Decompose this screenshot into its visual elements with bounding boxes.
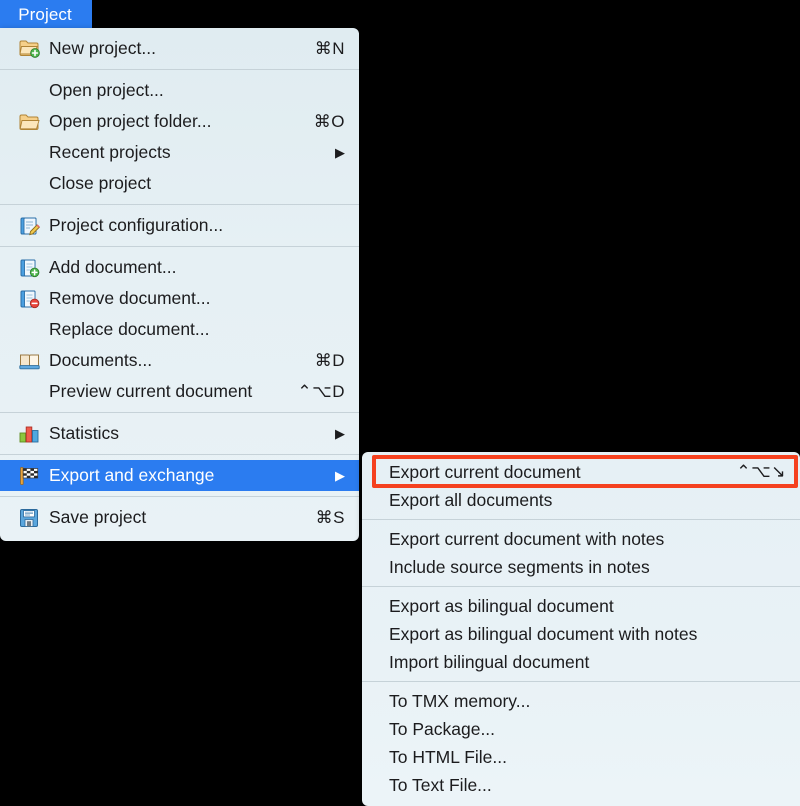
submenu-arrow-icon: ▶ [335, 426, 345, 441]
menubar-item-project[interactable]: Project [0, 0, 92, 29]
menu-item-label: Export all documents [389, 489, 553, 510]
project-configuration-icon [18, 215, 40, 237]
menu-item-save-project[interactable]: Save project ⌘S [0, 502, 359, 533]
menu-separator [0, 69, 359, 70]
menu-item-label: To Package... [389, 718, 496, 739]
menu-separator [362, 586, 800, 587]
export-and-exchange-submenu-panel: Export current document ⌃⌥↘ Export all d… [362, 452, 800, 806]
menu-item-statistics[interactable]: Statistics ▶ [0, 418, 359, 449]
menu-item-label: Close project [49, 173, 152, 193]
submenu-item-export-current-document[interactable]: Export current document ⌃⌥↘ [362, 458, 800, 486]
save-project-floppy-icon [18, 507, 40, 529]
submenu-item-export-all-documents[interactable]: Export all documents [362, 486, 800, 514]
submenu-item-export-as-bilingual-document[interactable]: Export as bilingual document [362, 592, 800, 620]
statistics-barchart-icon [18, 423, 40, 445]
menu-item-close-project[interactable]: Close project [0, 168, 359, 199]
menu-item-label: To HTML File... [389, 746, 507, 767]
menu-item-export-and-exchange[interactable]: Export and exchange ▶ [0, 460, 359, 491]
documents-book-icon [18, 350, 40, 372]
submenu-item-export-as-bilingual-document-with-notes[interactable]: Export as bilingual document with notes [362, 620, 800, 648]
menu-item-documents[interactable]: Documents... ⌘D [0, 345, 359, 376]
menu-item-label: New project... [49, 38, 156, 58]
menu-separator [0, 204, 359, 205]
menu-separator [0, 454, 359, 455]
menu-item-label: Documents... [49, 350, 153, 370]
menu-item-replace-document[interactable]: Replace document... [0, 314, 359, 345]
menu-item-shortcut: ⌘N [314, 38, 345, 58]
menu-separator [0, 246, 359, 247]
menu-item-shortcut: ⌘D [314, 350, 345, 370]
menu-item-label: To Text File... [389, 774, 492, 795]
submenu-item-to-html-file[interactable]: To HTML File... [362, 743, 800, 771]
menu-item-label: Recent projects [49, 142, 171, 162]
menu-item-shortcut: ⌘S [315, 507, 345, 527]
add-document-icon [18, 257, 40, 279]
new-project-folder-icon [18, 38, 40, 60]
menu-item-new-project[interactable]: New project... ⌘N [0, 33, 359, 64]
submenu-item-to-package[interactable]: To Package... [362, 715, 800, 743]
menu-item-label: Preview current document [49, 381, 253, 401]
menu-item-preview-current-document[interactable]: Preview current document ⌃⌥D [0, 376, 359, 407]
menu-item-label: Replace document... [49, 319, 210, 339]
menu-separator [362, 681, 800, 682]
submenu-arrow-icon: ▶ [335, 468, 345, 483]
menu-item-label: Statistics [49, 423, 120, 443]
menu-item-recent-projects[interactable]: Recent projects ▶ [0, 137, 359, 168]
menu-item-label: Add document... [49, 257, 177, 277]
submenu-item-include-source-segments-in-notes[interactable]: Include source segments in notes [362, 553, 800, 581]
open-folder-icon [18, 111, 40, 133]
menu-item-label: Remove document... [49, 288, 211, 308]
menu-item-label: Project configuration... [49, 215, 224, 235]
menu-item-shortcut: ⌃⌥D [297, 381, 345, 401]
submenu-arrow-icon: ▶ [335, 145, 345, 160]
menu-item-label: To TMX memory... [389, 690, 531, 711]
submenu-item-import-bilingual-document[interactable]: Import bilingual document [362, 648, 800, 676]
menu-item-shortcut: ⌘O [313, 111, 345, 131]
menu-item-shortcut: ⌃⌥↘ [736, 462, 786, 481]
menu-item-add-document[interactable]: Add document... [0, 252, 359, 283]
menu-item-label: Export as bilingual document with notes [389, 623, 698, 644]
menu-item-label: Open project... [49, 80, 164, 100]
menu-separator [0, 496, 359, 497]
submenu-item-to-text-file[interactable]: To Text File... [362, 771, 800, 799]
menu-item-label: Open project folder... [49, 111, 212, 131]
submenu-item-export-current-document-with-notes[interactable]: Export current document with notes [362, 525, 800, 553]
menu-separator [362, 519, 800, 520]
menu-item-open-project-folder[interactable]: Open project folder... ⌘O [0, 106, 359, 137]
menu-separator [0, 412, 359, 413]
menu-item-label: Export and exchange [49, 465, 215, 485]
menu-item-label: Export current document [389, 461, 581, 482]
menu-item-label: Include source segments in notes [389, 556, 650, 577]
menu-item-project-configuration[interactable]: Project configuration... [0, 210, 359, 241]
menu-item-label: Export as bilingual document [389, 595, 614, 616]
menu-item-label: Import bilingual document [389, 651, 590, 672]
submenu-item-to-tmx-memory[interactable]: To TMX memory... [362, 687, 800, 715]
menu-item-label: Save project [49, 507, 147, 527]
menu-item-label: Export current document with notes [389, 528, 665, 549]
menu-item-open-project[interactable]: Open project... [0, 75, 359, 106]
project-menu-panel: New project... ⌘N Open project... Open p… [0, 28, 359, 541]
export-exchange-flag-icon [18, 465, 40, 487]
menu-item-remove-document[interactable]: Remove document... [0, 283, 359, 314]
remove-document-icon [18, 288, 40, 310]
